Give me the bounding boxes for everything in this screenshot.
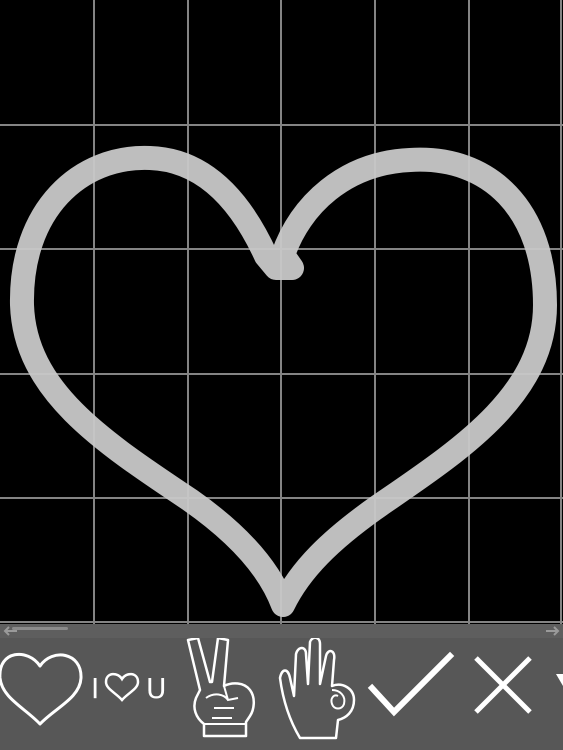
- triangle-down-icon: [556, 674, 563, 686]
- ok-sign-hand-icon: [278, 638, 356, 740]
- arrow-right-icon[interactable]: [545, 625, 561, 637]
- drawing-canvas[interactable]: [0, 0, 563, 624]
- heart-stamp[interactable]: [0, 638, 84, 750]
- stamp-toolbar: I U: [0, 638, 563, 750]
- drawing-app: I U: [0, 0, 563, 750]
- heart-drawing: [9, 145, 557, 617]
- more-stamp[interactable]: [548, 638, 563, 750]
- peace-hand-stamp[interactable]: [184, 638, 266, 750]
- grid-lines: [0, 0, 563, 624]
- checkmark-stamp[interactable]: [364, 638, 456, 750]
- cross-stamp[interactable]: [468, 638, 540, 750]
- scrollbar-thumb[interactable]: [12, 627, 68, 630]
- i-love-you-stamp[interactable]: I U: [88, 638, 172, 750]
- i-love-you-right-text: U: [146, 672, 167, 705]
- horizontal-scrollbar[interactable]: [0, 624, 563, 638]
- canvas-svg[interactable]: [0, 0, 563, 624]
- heart-outline-icon: [0, 652, 83, 726]
- i-love-you-left-text: I: [91, 672, 99, 705]
- i-love-you-icon: I U: [91, 672, 167, 705]
- ok-hand-stamp[interactable]: [276, 638, 360, 750]
- checkmark-icon: [367, 651, 455, 717]
- peace-sign-hand-icon: [186, 638, 255, 738]
- x-mark-icon: [474, 656, 532, 714]
